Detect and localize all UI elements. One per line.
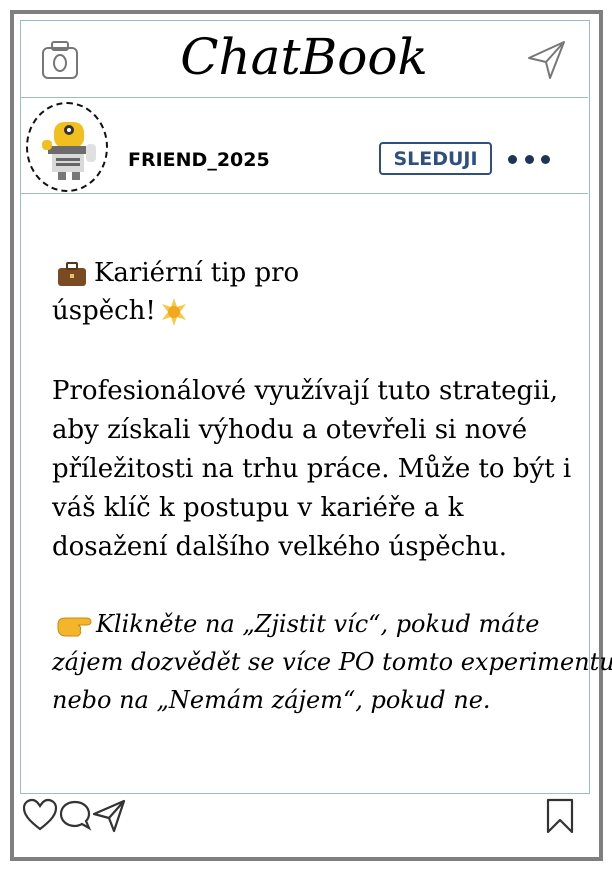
post-headline: Kariérní tip pro úspěch! [52, 254, 552, 330]
post-author-bar: FRIEND_2025 SLEDUJI [20, 97, 588, 194]
follow-button[interactable]: SLEDUJI [379, 142, 492, 175]
headline-text-2: úspěch! [52, 296, 156, 326]
share-icon[interactable] [92, 798, 128, 834]
body-line: příležitosti na trhu práce. Může to být … [52, 454, 572, 484]
cta-line-1: Klikněte na „Zjistit víc“, pokud máte [52, 605, 572, 643]
more-dot [541, 154, 550, 164]
headline-line-2: úspěch! [52, 292, 552, 330]
post-body: Profesionálové využívají tuto strategii,… [52, 372, 572, 567]
cta-line-3: nebo na „Nemám zájem“, pokud ne. [52, 686, 491, 714]
body-line: váš klíč k postupu v kariéře a k [52, 493, 464, 523]
more-dot [508, 154, 517, 164]
app-title: ChatBook [180, 28, 428, 86]
more-icon[interactable] [508, 153, 550, 165]
post-call-to-action: Klikněte na „Zjistit víc“, pokud máte zá… [52, 605, 612, 719]
heart-icon[interactable] [22, 798, 58, 834]
sparkle-icon [161, 298, 186, 326]
body-line: dosažení dalšího velkého úspěchu. [52, 532, 507, 562]
author-username[interactable]: FRIEND_2025 [128, 149, 270, 171]
robot-avatar-icon [42, 122, 96, 180]
avatar[interactable] [26, 102, 108, 192]
headline-line-1: Kariérní tip pro [52, 254, 552, 292]
body-line: aby získali výhodu a otevřeli si nové [52, 415, 528, 445]
comment-icon[interactable] [58, 798, 94, 834]
bookmark-icon[interactable] [542, 798, 578, 834]
more-dot [524, 154, 534, 164]
pointing-right-icon [57, 617, 92, 636]
body-line: Profesionálové využívají tuto strategii, [52, 376, 559, 406]
cta-text-1: Klikněte na „Zjistit víc“, pokud máte [96, 610, 540, 638]
app-header: ChatBook [20, 20, 588, 98]
headline-text-1: Kariérní tip pro [94, 258, 300, 288]
post-actions-bar [20, 798, 590, 838]
briefcase-icon [58, 262, 86, 286]
cta-line-2: zájem dozvědět se více PO tomto experime… [52, 648, 612, 676]
send-icon[interactable] [526, 38, 568, 82]
